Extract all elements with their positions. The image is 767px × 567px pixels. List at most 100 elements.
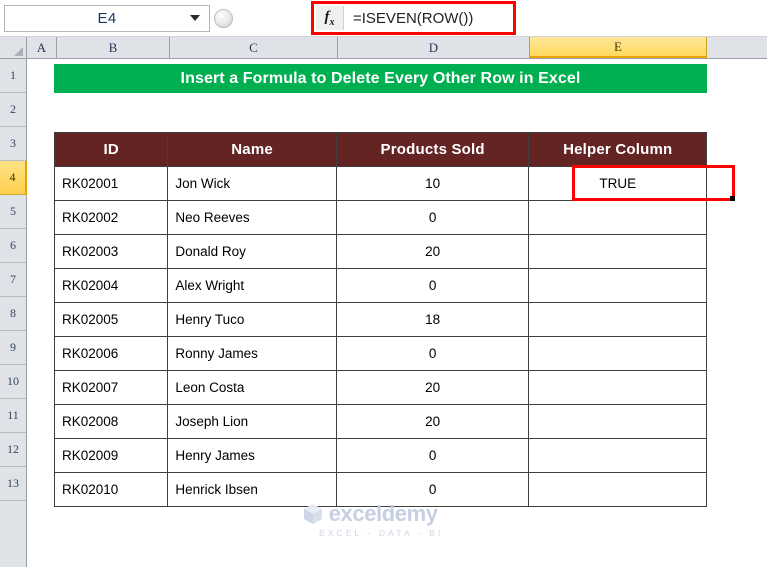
row-header-13[interactable]: 13 (0, 467, 26, 501)
cell-id[interactable]: RK02002 (53, 200, 169, 235)
cell-name[interactable]: Jon Wick (167, 166, 337, 201)
cell-name[interactable]: Neo Reeves (167, 200, 337, 235)
formula-bar-round-button[interactable] (213, 8, 233, 28)
cell-name[interactable]: Donald Roy (167, 234, 337, 269)
worksheet-grid: 1 2 3 4 5 6 7 8 9 10 11 12 13 Insert a F… (0, 59, 767, 567)
cell-helper-column[interactable]: TRUE (528, 166, 707, 201)
cell-helper-column[interactable] (528, 200, 707, 235)
cell-id[interactable]: RK02009 (53, 438, 169, 473)
cell-helper-column[interactable] (528, 404, 707, 439)
row-header-11[interactable]: 11 (0, 399, 26, 433)
row-header-12[interactable]: 12 (0, 433, 26, 467)
cell-helper-column[interactable] (528, 438, 707, 473)
row-header-2-label: 2 (10, 102, 16, 116)
cell-products-sold[interactable]: 0 (335, 200, 530, 235)
name-box-container: E4 (0, 0, 212, 36)
insert-function-button[interactable]: fx (316, 6, 344, 30)
cell-name[interactable]: Alex Wright (167, 268, 337, 303)
cell-name[interactable]: Henry James (167, 438, 337, 473)
table-row[interactable]: RK02008 Joseph Lion 20 (53, 404, 707, 439)
column-header-d[interactable]: D (338, 37, 530, 58)
name-box-separator (212, 0, 234, 36)
name-box[interactable]: E4 (4, 4, 210, 32)
fill-handle[interactable] (730, 196, 735, 201)
data-table: ID Name Products Sold Helper Column RK02… (53, 132, 707, 507)
table-row[interactable]: RK02004 Alex Wright 0 (53, 268, 707, 303)
table-row[interactable]: RK02003 Donald Roy 20 (53, 234, 707, 269)
table-row[interactable]: RK02002 Neo Reeves 0 (53, 200, 707, 235)
row-header-5-label: 5 (10, 204, 16, 218)
column-header-b-label: B (108, 39, 118, 55)
row-header-8[interactable]: 8 (0, 297, 26, 331)
formula-input[interactable]: =ISEVEN(ROW()) (345, 5, 513, 31)
cell-id[interactable]: RK02005 (53, 302, 169, 337)
cell-products-sold[interactable]: 20 (335, 404, 530, 439)
formula-input-value: =ISEVEN(ROW()) (353, 9, 474, 27)
row-header-4[interactable]: 4 (0, 161, 27, 195)
select-all-icon (14, 47, 23, 56)
cell-products-sold[interactable]: 20 (335, 234, 530, 269)
table-row[interactable]: RK02007 Leon Costa 20 (53, 370, 707, 405)
table-header-helper[interactable]: Helper Column (528, 132, 707, 167)
row-header-6[interactable]: 6 (0, 229, 26, 263)
row-header-2[interactable]: 2 (0, 93, 26, 127)
row-header-7[interactable]: 7 (0, 263, 26, 297)
cell-products-sold[interactable]: 18 (335, 302, 530, 337)
table-row[interactable]: RK02001 Jon Wick 10 TRUE (53, 166, 707, 201)
table-header-sold[interactable]: Products Sold (335, 132, 530, 167)
watermark-tagline: EXCEL - DATA - BI (319, 528, 444, 538)
cell-name[interactable]: Joseph Lion (167, 404, 337, 439)
row-header-9[interactable]: 9 (0, 331, 26, 365)
column-header-row: A B C D E (0, 37, 767, 59)
title-banner-text: Insert a Formula to Delete Every Other R… (180, 69, 581, 87)
row-header-3[interactable]: 3 (0, 127, 26, 161)
cell-helper-column[interactable] (528, 370, 707, 405)
cell-id[interactable]: RK02004 (53, 268, 169, 303)
cell-products-sold[interactable]: 20 (335, 370, 530, 405)
cell-products-sold[interactable]: 0 (335, 438, 530, 473)
cell-helper-column[interactable] (528, 268, 707, 303)
watermark: exceldemy EXCEL - DATA - BI (297, 501, 443, 538)
cell-products-sold[interactable]: 10 (335, 166, 530, 201)
row-header-5[interactable]: 5 (0, 195, 26, 229)
cell-id[interactable]: RK02006 (53, 336, 169, 371)
cell-helper-column[interactable] (528, 472, 707, 507)
cell-id[interactable]: RK02010 (53, 472, 169, 507)
column-header-c[interactable]: C (170, 37, 338, 58)
column-header-e[interactable]: E (530, 37, 707, 58)
row-header-1[interactable]: 1 (0, 59, 26, 93)
cube-logo-icon (303, 504, 322, 524)
row-header-6-label: 6 (10, 238, 16, 252)
cell-helper-column[interactable] (528, 234, 707, 269)
column-header-c-label: C (249, 39, 258, 55)
column-header-b[interactable]: B (57, 37, 170, 58)
table-header-id[interactable]: ID (53, 132, 169, 167)
column-header-a[interactable]: A (27, 37, 57, 58)
cell-name[interactable]: Ronny James (167, 336, 337, 371)
cell-id[interactable]: RK02003 (53, 234, 169, 269)
cell-helper-column[interactable] (528, 302, 707, 337)
row-header-4-label: 4 (9, 170, 16, 184)
table-row[interactable]: RK02006 Ronny James 0 (53, 336, 707, 371)
select-all-corner[interactable] (0, 37, 27, 58)
cell-id[interactable]: RK02001 (53, 166, 169, 201)
name-box-value: E4 (97, 9, 117, 27)
cell-products-sold[interactable]: 0 (335, 268, 530, 303)
fx-icon: fx (324, 8, 335, 28)
column-header-a-label: A (36, 39, 47, 55)
cell-name[interactable]: Henry Tuco (167, 302, 337, 337)
table-row[interactable]: RK02009 Henry James 0 (53, 438, 707, 473)
cell-id[interactable]: RK02008 (53, 404, 169, 439)
table-row[interactable]: RK02005 Henry Tuco 18 (53, 302, 707, 337)
chevron-down-icon[interactable] (190, 15, 200, 21)
row-header-11-label: 11 (7, 408, 19, 422)
cell-name[interactable]: Leon Costa (167, 370, 337, 405)
formula-bar-filler (516, 0, 767, 36)
cell-helper-column[interactable] (528, 336, 707, 371)
column-header-e-label: E (614, 38, 622, 54)
row-header-10[interactable]: 10 (0, 365, 26, 399)
cell-products-sold[interactable]: 0 (335, 336, 530, 371)
row-header-1-label: 1 (10, 68, 16, 82)
table-header-name[interactable]: Name (167, 132, 337, 167)
cell-id[interactable]: RK02007 (53, 370, 169, 405)
